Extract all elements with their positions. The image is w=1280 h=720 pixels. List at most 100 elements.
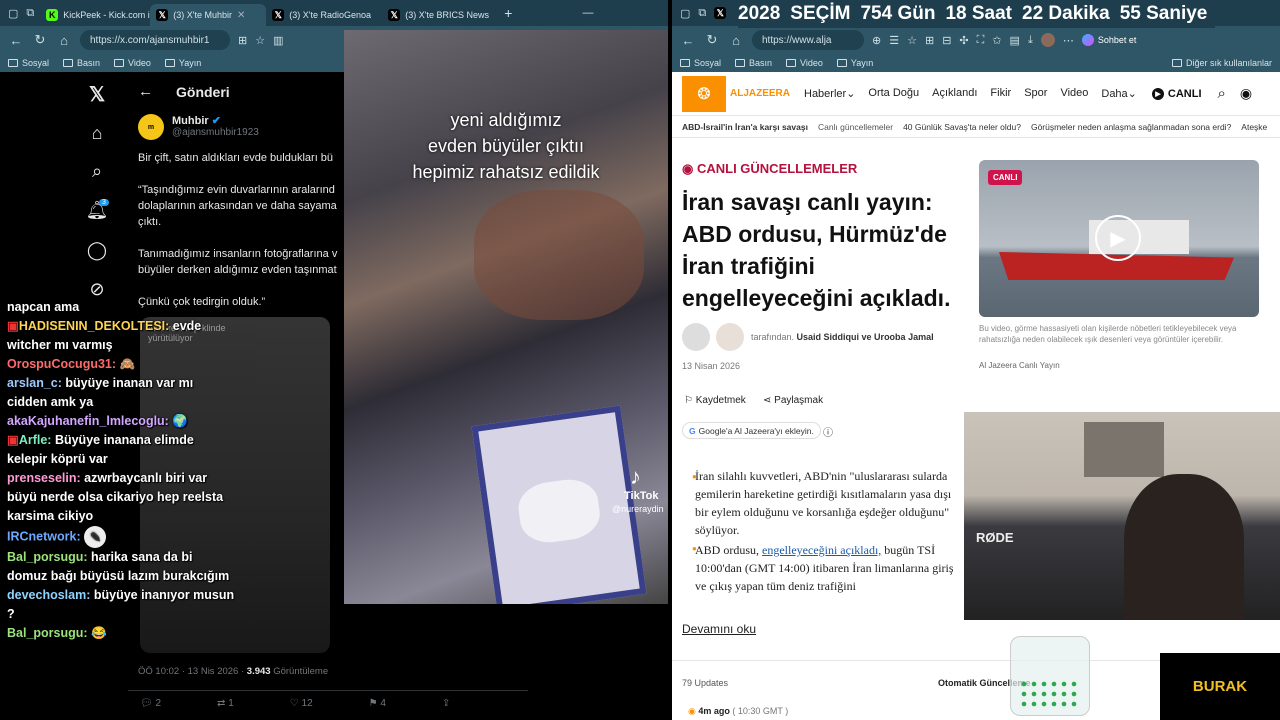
favorites-icon[interactable]: ✩ [992, 34, 1001, 47]
nav-haberler[interactable]: Haberler⌄ [804, 87, 855, 100]
copilot-button[interactable]: Sohbet et [1081, 34, 1136, 46]
extension-icon[interactable]: ⊟ [942, 34, 951, 47]
messages-icon[interactable]: ◯ [80, 240, 114, 261]
folder-icon [164, 59, 175, 67]
retweet-icon: ⇄ [217, 698, 226, 709]
extension-icon[interactable]: ⛶ [977, 34, 985, 47]
webcam-overlay: RØDE [964, 412, 1280, 620]
like-button[interactable]: ♡ 12 [290, 698, 313, 709]
subnav-item[interactable]: Görüşmeler neden anlaşma sağlanmadan son… [1031, 122, 1231, 132]
search-icon[interactable]: ⌕ [1218, 85, 1226, 102]
close-tab-icon[interactable]: ✕ [237, 10, 245, 21]
search-icon[interactable]: ⌕ [80, 161, 114, 182]
bookmark-yayin[interactable]: Yayın [164, 58, 201, 68]
notification-badge: 3 [99, 199, 109, 206]
nav-spor[interactable]: Spor [1024, 87, 1047, 100]
video-source: Al Jazeera Canlı Yayın [979, 361, 1060, 370]
retweet-button[interactable]: ⇄ 1 [217, 698, 234, 709]
window-menu-icon[interactable]: ▢ [8, 7, 18, 20]
play-icon: ▶ [1151, 87, 1164, 100]
translate-icon[interactable]: ⊕ [872, 34, 881, 47]
back-icon[interactable]: ← [8, 33, 24, 48]
minimize-icon[interactable]: — [582, 7, 593, 19]
inline-link[interactable]: engelleyeceğini açıkladı, [762, 543, 881, 557]
read-more-link[interactable]: Devamını oku [682, 622, 756, 636]
downloads-icon[interactable]: ⤓ [1028, 34, 1033, 47]
left-url-field[interactable]: https://x.com/ajansmuhbir1 [80, 30, 230, 50]
home-icon[interactable]: ⌂ [80, 123, 114, 144]
avatar[interactable]: m [138, 114, 164, 140]
grok-icon[interactable]: ⊘ [80, 279, 114, 300]
x-logo-icon[interactable]: 𝕏 [80, 82, 114, 107]
extension-icon[interactable]: ⊞ [925, 34, 934, 47]
tab-muhbir[interactable]: 𝕏 (3) X'te Muhbir ✕ [150, 4, 267, 26]
bookmark-sosyal[interactable]: Sosyal [8, 58, 49, 68]
window-menu-icon[interactable]: ▢ [680, 7, 690, 20]
aljazeera-logo-icon[interactable]: ❂ [682, 75, 726, 112]
chat-user: HADISENIN_DEKOLTESI: [18, 319, 170, 333]
live-video-player[interactable]: ▶ CANLI [979, 160, 1259, 317]
author-handle[interactable]: @ajansmuhbir1923 [172, 127, 259, 138]
back-icon[interactable]: ← [680, 33, 696, 48]
nav-fikir[interactable]: Fikir [990, 87, 1011, 100]
author-avatar[interactable] [716, 323, 744, 351]
share-button[interactable]: ⇪ [442, 698, 450, 709]
save-button[interactable]: ⚐ Kaydetmek [684, 395, 746, 406]
tab-kickpeek[interactable]: K KickPeek - Kick.com iç [40, 4, 150, 26]
bookmark-other[interactable]: Diğer sık kullanılanlar [1171, 58, 1272, 68]
subnav-item[interactable]: Canlı güncellemeler [818, 122, 893, 132]
bookmark-basin[interactable]: Basın [63, 58, 100, 68]
folder-icon [8, 59, 18, 67]
subnav-item[interactable]: 40 Günlük Savaş'ta neler oldu? [903, 122, 1021, 132]
tiktok-label: TikTok [624, 490, 659, 502]
nav-aciklandi[interactable]: Açıklandı [932, 87, 977, 100]
tiktok-video[interactable]: yeni aldığımız evden büyüler çıktıı hepi… [344, 30, 668, 604]
star-icon[interactable]: ☆ [255, 34, 265, 47]
x-logo-icon[interactable]: 𝕏 [714, 7, 727, 19]
author-name[interactable]: Muhbir ✔ [172, 114, 221, 127]
tab-actions-icon[interactable]: ⧉ [698, 7, 706, 20]
chevron-down-icon: ⌄ [1127, 88, 1137, 100]
back-arrow-icon[interactable]: ← [138, 83, 153, 100]
chat-message: ▣HADISENIN_DEKOLTESI: evde witcher mı va… [7, 317, 235, 355]
more-icon[interactable]: ⋯ [1063, 34, 1074, 47]
star-icon[interactable]: ☆ [907, 34, 917, 47]
subnav-item[interactable]: Ateşke [1241, 122, 1267, 132]
home-icon[interactable]: ⌂ [728, 33, 744, 48]
bookmark-video[interactable]: Video [786, 58, 823, 68]
clock-icon: ◉ [688, 706, 696, 716]
account-icon[interactable]: ◉ [1240, 85, 1252, 102]
nav-video[interactable]: Video [1060, 87, 1088, 100]
bookmark-sosyal[interactable]: Sosyal [680, 58, 721, 68]
nav-daha[interactable]: Daha⌄ [1101, 87, 1137, 100]
bookmark-yayin[interactable]: Yayın [836, 58, 873, 68]
info-icon[interactable]: ⓘ [823, 424, 833, 439]
tab-brics[interactable]: 𝕏 (3) X'te BRICS News [382, 4, 498, 26]
reply-button[interactable]: 💬︎ 2 [140, 698, 161, 709]
tab-actions-icon[interactable]: ⧉ [26, 7, 34, 20]
mic-brand: RØDE [976, 530, 1014, 545]
reload-icon[interactable]: ↻ [32, 32, 48, 48]
author-avatar[interactable] [682, 323, 710, 351]
share-button[interactable]: ⋖ Paylaşmak [763, 395, 823, 406]
bookmark-basin[interactable]: Basın [735, 58, 772, 68]
right-url-field[interactable]: https://www.alja [752, 30, 864, 50]
bookmark-button[interactable]: ⚑ 4 [369, 698, 386, 709]
new-tab-icon[interactable]: + [504, 5, 512, 21]
reload-icon[interactable]: ↻ [704, 32, 720, 48]
google-follow-button[interactable]: G Google'a Al Jazeera'yı ekleyin. [682, 422, 821, 439]
home-icon[interactable]: ⌂ [56, 33, 72, 48]
collections-icon[interactable]: ▤ [1010, 34, 1020, 47]
author-names[interactable]: Usaid Siddiqui ve Urooba Jamal [797, 332, 934, 342]
nav-orta-dogu[interactable]: Orta Doğu [868, 87, 919, 100]
profile-avatar[interactable] [1040, 33, 1055, 47]
tab-radiogenoa[interactable]: 𝕏 (3) X'te RadioGenoa [266, 4, 382, 26]
extension-icon[interactable]: ⊞ [238, 34, 247, 47]
reader-icon[interactable]: ☰ [889, 34, 899, 47]
subnav-item[interactable]: ABD-İsrail'in İran'a karşı savaşı [682, 122, 808, 132]
bookmark-video[interactable]: Video [114, 58, 151, 68]
live-button[interactable]: ▶ CANLI [1151, 87, 1202, 100]
extension-icon[interactable]: ✣ [959, 34, 968, 47]
play-icon[interactable]: ▶ [1095, 215, 1141, 261]
sidebar-icon[interactable]: ▥ [273, 34, 283, 47]
